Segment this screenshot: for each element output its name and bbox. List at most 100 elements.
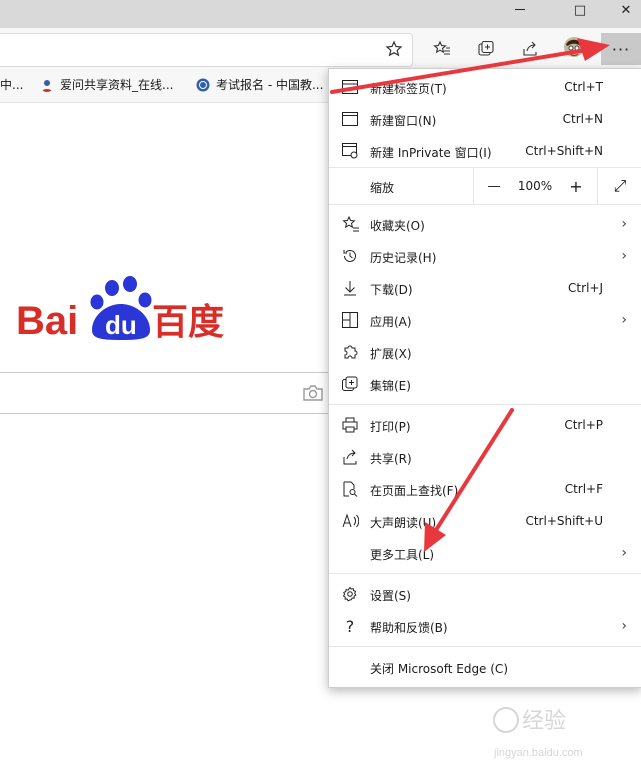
person-icon [42,79,52,92]
menu-item-favorites[interactable]: 收藏夹(O) › [329,208,641,240]
menu-item-read-aloud[interactable]: 大声朗读(U) Ctrl+Shift+U [329,505,641,537]
search-box-top-border [0,372,330,373]
favorites-icon[interactable] [430,38,454,60]
menu-item-label: 扩展(X) [370,347,412,361]
menu-item-label: 大声朗读(U) [370,516,437,530]
menu-item-label: 打印(P) [370,420,411,434]
read-aloud-icon [341,512,359,530]
chevron-right-icon: › [621,216,627,232]
menu-separator [329,573,641,574]
question-icon: ? [345,616,355,636]
favorite-item[interactable]: 爱问共享资料_在线... [40,76,173,93]
new-tab-icon [341,78,359,96]
favorite-item[interactable]: 中... [0,76,23,93]
baidu-logo-text-du: du [105,310,137,340]
puzzle-icon [341,343,359,361]
menu-item-shortcut: Ctrl+J [568,281,603,295]
menu-item-label: 下载(D) [370,283,413,297]
menu-item-label: 收藏夹(O) [370,219,425,233]
download-icon [341,279,359,297]
menu-item-shortcut: Ctrl+Shift+N [525,144,603,158]
favorites-icon [341,215,359,233]
menu-item-label: 历史记录(H) [370,251,437,265]
find-icon [341,480,359,498]
menu-item-label: 在页面上查找(F) [370,484,459,498]
menu-item-shortcut: Ctrl+P [564,418,603,432]
menu-item-downloads[interactable]: 下载(D) Ctrl+J [329,272,641,304]
menu-item-shortcut: Ctrl+T [564,80,603,94]
more-options-button[interactable]: ··· [601,33,641,65]
collections-icon[interactable] [474,38,498,60]
print-icon [341,416,359,434]
zoom-in-button[interactable]: + [563,168,589,204]
menu-item-label: 新建窗口(N) [370,114,437,128]
zoom-level: 100% [517,179,553,193]
menu-item-label: 关闭 Microsoft Edge (C) [370,662,508,676]
chevron-right-icon: › [621,618,627,634]
fullscreen-icon[interactable]: ⤢ [605,168,635,204]
favorite-label: 考试报名 - 中国教... [216,78,324,92]
menu-item-label: 应用(A) [370,315,412,329]
menu-item-shortcut: Ctrl+N [562,112,603,126]
baidu-logo[interactable]: Bai du 百度 [16,270,231,340]
maximize-icon[interactable]: □ [565,0,595,20]
menu-item-label: 共享(R) [370,452,412,466]
baidu-logo-text-cn: 百度 [152,302,224,340]
menu-item-help[interactable]: ? 帮助和反馈(B) › [329,610,641,642]
menu-item-label: 设置(S) [370,589,411,603]
zoom-divider [597,168,598,204]
menu-separator [329,204,641,205]
favorite-label: 爱问共享资料_在线... [60,78,174,92]
profile-avatar[interactable] [562,36,586,58]
menu-item-collections[interactable]: 集锦(E) [329,368,641,400]
close-icon[interactable]: ✕ [611,0,641,20]
star-add-icon[interactable] [382,38,406,60]
search-box-bottom-border [0,413,330,414]
menu-separator [329,646,641,647]
watermark-cn: 经验 [522,709,566,734]
zoom-divider [473,168,474,204]
favorite-item[interactable]: 考试报名 - 中国教... [196,76,323,93]
menu-item-share[interactable]: 共享(R) [329,441,641,473]
menu-separator [329,404,641,405]
menu-item-label: 帮助和反馈(B) [370,621,448,635]
chevron-right-icon: › [621,312,627,328]
gear-icon [341,585,359,603]
menu-item-zoom: 缩放 — 100% + ⤢ [329,168,641,204]
favorite-label: 中... [0,78,24,92]
baidu-logo-text-bai: Bai [16,299,78,340]
baidu-jingyan-watermark: 经验 jingyan.baidu.com [493,707,583,759]
watermark-url: jingyan.baidu.com [493,747,583,759]
settings-menu: 新建标签页(T) Ctrl+T 新建窗口(N) Ctrl+N 新建 InPriv… [328,68,641,688]
menu-item-apps[interactable]: 应用(A) › [329,304,641,336]
new-window-icon [341,110,359,128]
menu-item-find-on-page[interactable]: 在页面上查找(F) Ctrl+F [329,473,641,505]
minimize-icon[interactable] [505,0,535,20]
menu-item-shortcut: Ctrl+F [564,482,603,496]
menu-item-label: 新建 InPrivate 窗口(I) [370,146,492,160]
menu-item-more-tools[interactable]: 更多工具(L) › [329,537,641,569]
toolbar [0,28,641,70]
address-bar[interactable] [0,33,413,67]
menu-item-extensions[interactable]: 扩展(X) [329,336,641,368]
apps-icon [341,311,359,329]
inprivate-icon [341,142,359,160]
menu-item-close-edge[interactable]: 关闭 Microsoft Edge (C) [329,651,641,683]
title-bar: □ ✕ [0,0,641,28]
menu-item-new-inprivate[interactable]: 新建 InPrivate 窗口(I) Ctrl+Shift+N [329,135,641,167]
share-icon[interactable] [518,38,542,60]
menu-item-new-window[interactable]: 新建窗口(N) Ctrl+N [329,103,641,135]
menu-item-new-tab[interactable]: 新建标签页(T) Ctrl+T [329,71,641,103]
collections-icon [341,375,359,393]
camera-icon[interactable] [302,384,324,402]
menu-item-label: 缩放 [370,181,395,195]
share-icon [341,448,359,466]
menu-item-label: 新建标签页(T) [370,82,447,96]
menu-item-history[interactable]: 历史记录(H) › [329,240,641,272]
menu-item-settings[interactable]: 设置(S) [329,578,641,610]
globe-icon [196,78,210,91]
zoom-out-button[interactable]: — [481,168,507,204]
menu-item-label: 更多工具(L) [370,548,435,562]
menu-item-print[interactable]: 打印(P) Ctrl+P [329,409,641,441]
menu-item-label: 集锦(E) [370,379,411,393]
